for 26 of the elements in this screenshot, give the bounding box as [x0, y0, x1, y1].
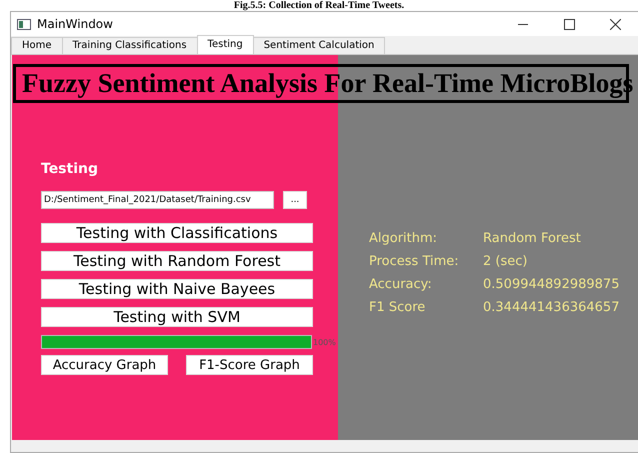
window-title: MainWindow: [37, 17, 113, 31]
result-label: F1 Score: [369, 300, 426, 315]
result-label: Algorithm:: [369, 231, 438, 246]
graph-button[interactable]: Accuracy Graph: [41, 355, 168, 375]
section-heading: Testing: [41, 161, 98, 177]
testing-button[interactable]: Testing with Random Forest: [41, 251, 313, 271]
figure-caption: Fig.5.5: Collection of Real-Time Tweets.: [232, 0, 406, 11]
maximize-icon[interactable]: [564, 18, 574, 30]
testing-button[interactable]: Testing with SVM: [41, 307, 313, 327]
testing-button[interactable]: Testing with Classifications: [41, 223, 313, 243]
testing-button[interactable]: Testing with Naive Bayees: [41, 279, 313, 299]
result-value: 2 (sec): [483, 254, 528, 269]
tab[interactable]: Sentiment Calculation: [252, 37, 386, 54]
result-value: 0.509944892989875: [483, 277, 620, 292]
browse-button[interactable]: ...: [283, 191, 307, 209]
progress-reading: 100%: [313, 338, 336, 346]
result-label: Process Time:: [369, 254, 460, 269]
result-label: Accuracy:: [369, 277, 433, 292]
tab[interactable]: Home: [11, 37, 63, 54]
result-value: Random Forest: [483, 231, 582, 246]
app-icon: [17, 18, 31, 30]
graph-button[interactable]: F1-Score Graph: [186, 355, 313, 375]
file-path-field[interactable]: D:/Sentiment_Final_2021/Dataset/Training.csv: [41, 191, 274, 209]
tab[interactable]: Testing: [196, 35, 254, 54]
result-value: 0.344441436364657: [483, 300, 620, 315]
close-icon[interactable]: [610, 18, 620, 30]
